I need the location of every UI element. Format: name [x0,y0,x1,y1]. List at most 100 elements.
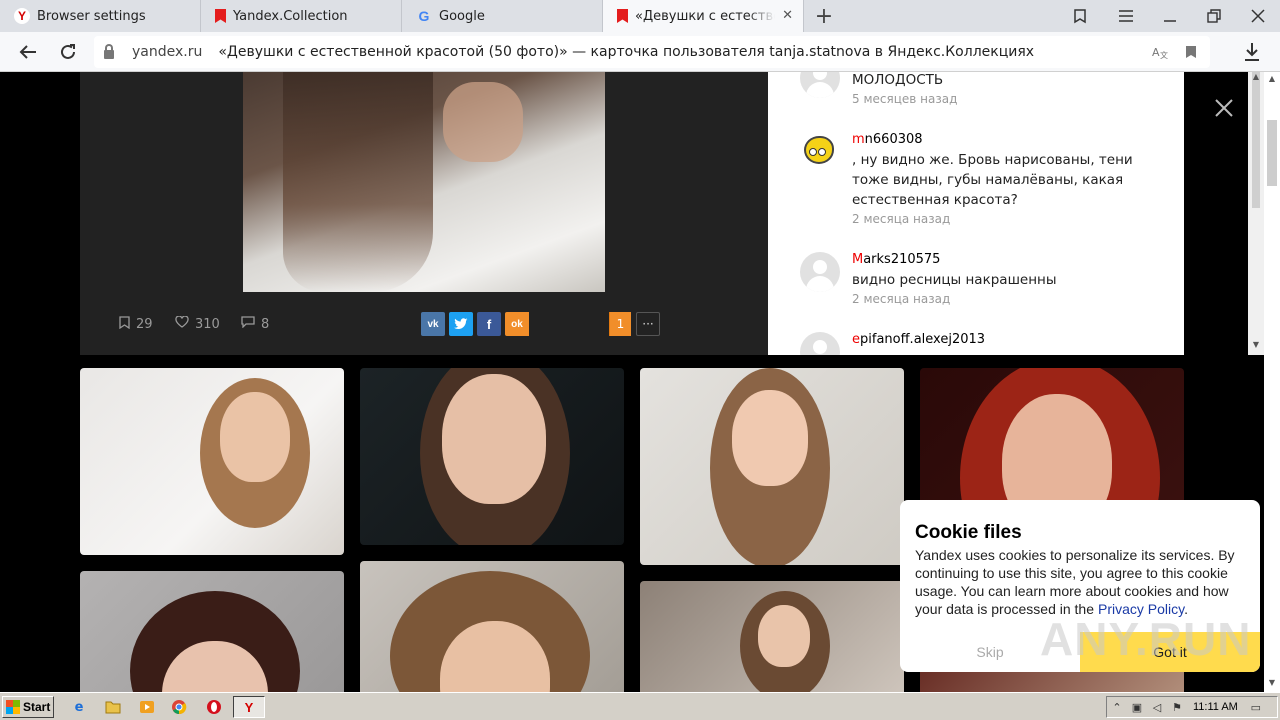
bookmark-outline-icon [119,315,130,333]
gallery-photo[interactable] [640,581,904,692]
url-field[interactable]: yandex.ru «Девушки с естественной красот… [94,36,1210,68]
internet-explorer-icon[interactable]: e [68,697,90,717]
avatar[interactable] [800,130,840,170]
tab-yandex-collection[interactable]: Yandex.Collection [201,0,402,32]
comment-time: 2 месяца назад [852,212,951,226]
scroll-down-arrow-icon[interactable]: ▼ [1248,340,1264,349]
scroll-down-arrow-icon[interactable]: ▼ [1264,678,1280,687]
scrollbar-thumb[interactable] [1252,72,1260,208]
comment-time: 5 месяцев назад [852,92,958,106]
back-arrow-icon[interactable] [8,32,48,72]
comment-author[interactable]: epifanoff.alexej2013 [852,332,985,347]
tab-label: «Девушки с естественной красотой (50 фот… [635,8,775,24]
translate-icon[interactable]: A文 [1148,36,1172,68]
bookmarks-count[interactable]: 29 [119,315,153,333]
share-vk-button[interactable]: vk [421,312,445,336]
avatar[interactable] [800,72,840,98]
gallery-photo[interactable] [360,561,624,692]
svg-text:文: 文 [1160,50,1168,59]
comment-time: 2 месяца назад [852,292,951,306]
share-ok-count: 1 [609,312,631,336]
likes-count[interactable]: 310 [175,315,220,332]
start-button[interactable]: Start [2,696,54,718]
opera-icon[interactable] [203,697,225,717]
tab-current-collection[interactable]: «Девушки с естественной красотой (50 фот… [603,0,804,32]
url-page-title: «Девушки с естественной красотой (50 фот… [218,44,1035,60]
windows-logo-icon [6,700,20,714]
likes-count-value: 310 [195,316,220,332]
share-more-button[interactable]: ··· [636,312,660,336]
cookie-title: Cookie files [915,522,1022,543]
comment-author[interactable]: mn660308 [852,132,923,147]
google-g-icon: G [418,8,430,24]
comment-text: видно ресницы накрашенны [852,272,1057,288]
comments-scrollbar[interactable]: ▲ ▼ [1248,72,1264,355]
scroll-up-arrow-icon[interactable]: ▲ [1264,74,1280,83]
bookmark-icon [617,9,628,23]
tab-bar: Y Browser settings Yandex.Collection G G… [0,0,1280,32]
page-scrollbar[interactable]: ▲ ▼ [1264,72,1280,692]
comment-author[interactable]: Marks210575 [852,252,940,267]
twitter-bird-icon [454,318,468,329]
tab-label: Yandex.Collection [233,8,348,24]
tray-expand-icon[interactable]: ⌃ [1107,701,1127,714]
lock-icon[interactable] [94,36,124,68]
reload-icon[interactable] [48,32,88,72]
action-center-flag-icon[interactable]: ⚑ [1167,701,1187,714]
tab-browser-settings[interactable]: Y Browser settings [0,0,201,32]
start-label: Start [23,700,51,714]
minimize-icon[interactable] [1148,0,1192,32]
gallery-photo[interactable] [80,571,344,692]
media-player-icon[interactable] [136,697,158,717]
close-window-icon[interactable] [1236,0,1280,32]
downloads-icon[interactable] [1232,32,1272,72]
folder-icon[interactable] [102,697,124,717]
system-tray: ⌃ ▣ ◁ ⚑ 11:11 AM ▭ [1106,696,1278,718]
new-tab-button[interactable]: + [804,0,844,32]
gallery-photo[interactable] [80,368,344,555]
tab-label: Browser settings [37,8,146,24]
restore-icon[interactable] [1192,0,1236,32]
bookmark-page-icon[interactable] [1179,36,1203,68]
svg-text:A: A [1152,46,1160,59]
comment-outline-icon [241,316,255,332]
cookie-text: Yandex uses cookies to personalize its s… [915,547,1235,617]
close-tab-icon[interactable]: ✕ [782,8,793,23]
bookmarks-count-value: 29 [136,316,153,332]
comments-count[interactable]: 8 [241,316,269,332]
url-domain: yandex.ru [132,44,203,60]
anyrun-watermark: ANY.RUN [1040,613,1252,665]
comment-text: , ну видно же. Бровь нарисованы, тени то… [852,152,1133,208]
network-icon[interactable]: ▣ [1127,701,1147,714]
clock[interactable]: 11:11 AM [1193,701,1238,713]
tab-label: Google [439,8,485,24]
avatar[interactable] [800,252,840,292]
tab-google[interactable]: G Google [402,0,603,32]
close-viewer-icon[interactable] [1212,96,1236,120]
avatar[interactable] [800,332,840,355]
yandex-y-icon: Y [14,8,30,24]
card-photo[interactable] [243,72,605,292]
share-facebook-button[interactable]: f [477,312,501,336]
heart-outline-icon [175,315,189,332]
show-desktop-icon[interactable]: ▭ [1246,701,1266,714]
gallery-photo[interactable] [640,368,904,565]
volume-icon[interactable]: ◁ [1147,701,1167,714]
scroll-up-arrow-icon[interactable]: ▲ [1248,72,1264,81]
menu-icon[interactable] [1104,0,1148,32]
gallery-photo[interactable] [360,368,624,545]
bookmarks-panel-icon[interactable] [1058,0,1102,32]
scrollbar-thumb[interactable] [1267,120,1277,186]
share-twitter-button[interactable] [449,312,473,336]
yandex-browser-taskbar-button[interactable]: Y [233,696,265,718]
comments-count-value: 8 [261,316,270,332]
comment-text: МОЛОДОСТЬ [852,72,944,88]
chrome-icon[interactable] [168,697,190,717]
card-viewer: 29 310 8 vk f ok 1 ··· МОЛОДОСТЬ 5 месяц… [80,72,1264,355]
comments-panel: МОЛОДОСТЬ 5 месяцев назад mn660308 , ну … [768,72,1184,355]
page-content: 29 310 8 vk f ok 1 ··· МОЛОДОСТЬ 5 месяц… [0,72,1280,692]
address-bar: yandex.ru «Девушки с естественной красот… [0,32,1280,72]
bookmark-icon [215,9,226,23]
share-ok-button[interactable]: ok [505,312,529,336]
taskbar: Start e Y ⌃ ▣ ◁ ⚑ 11:11 AM ▭ [0,692,1280,720]
